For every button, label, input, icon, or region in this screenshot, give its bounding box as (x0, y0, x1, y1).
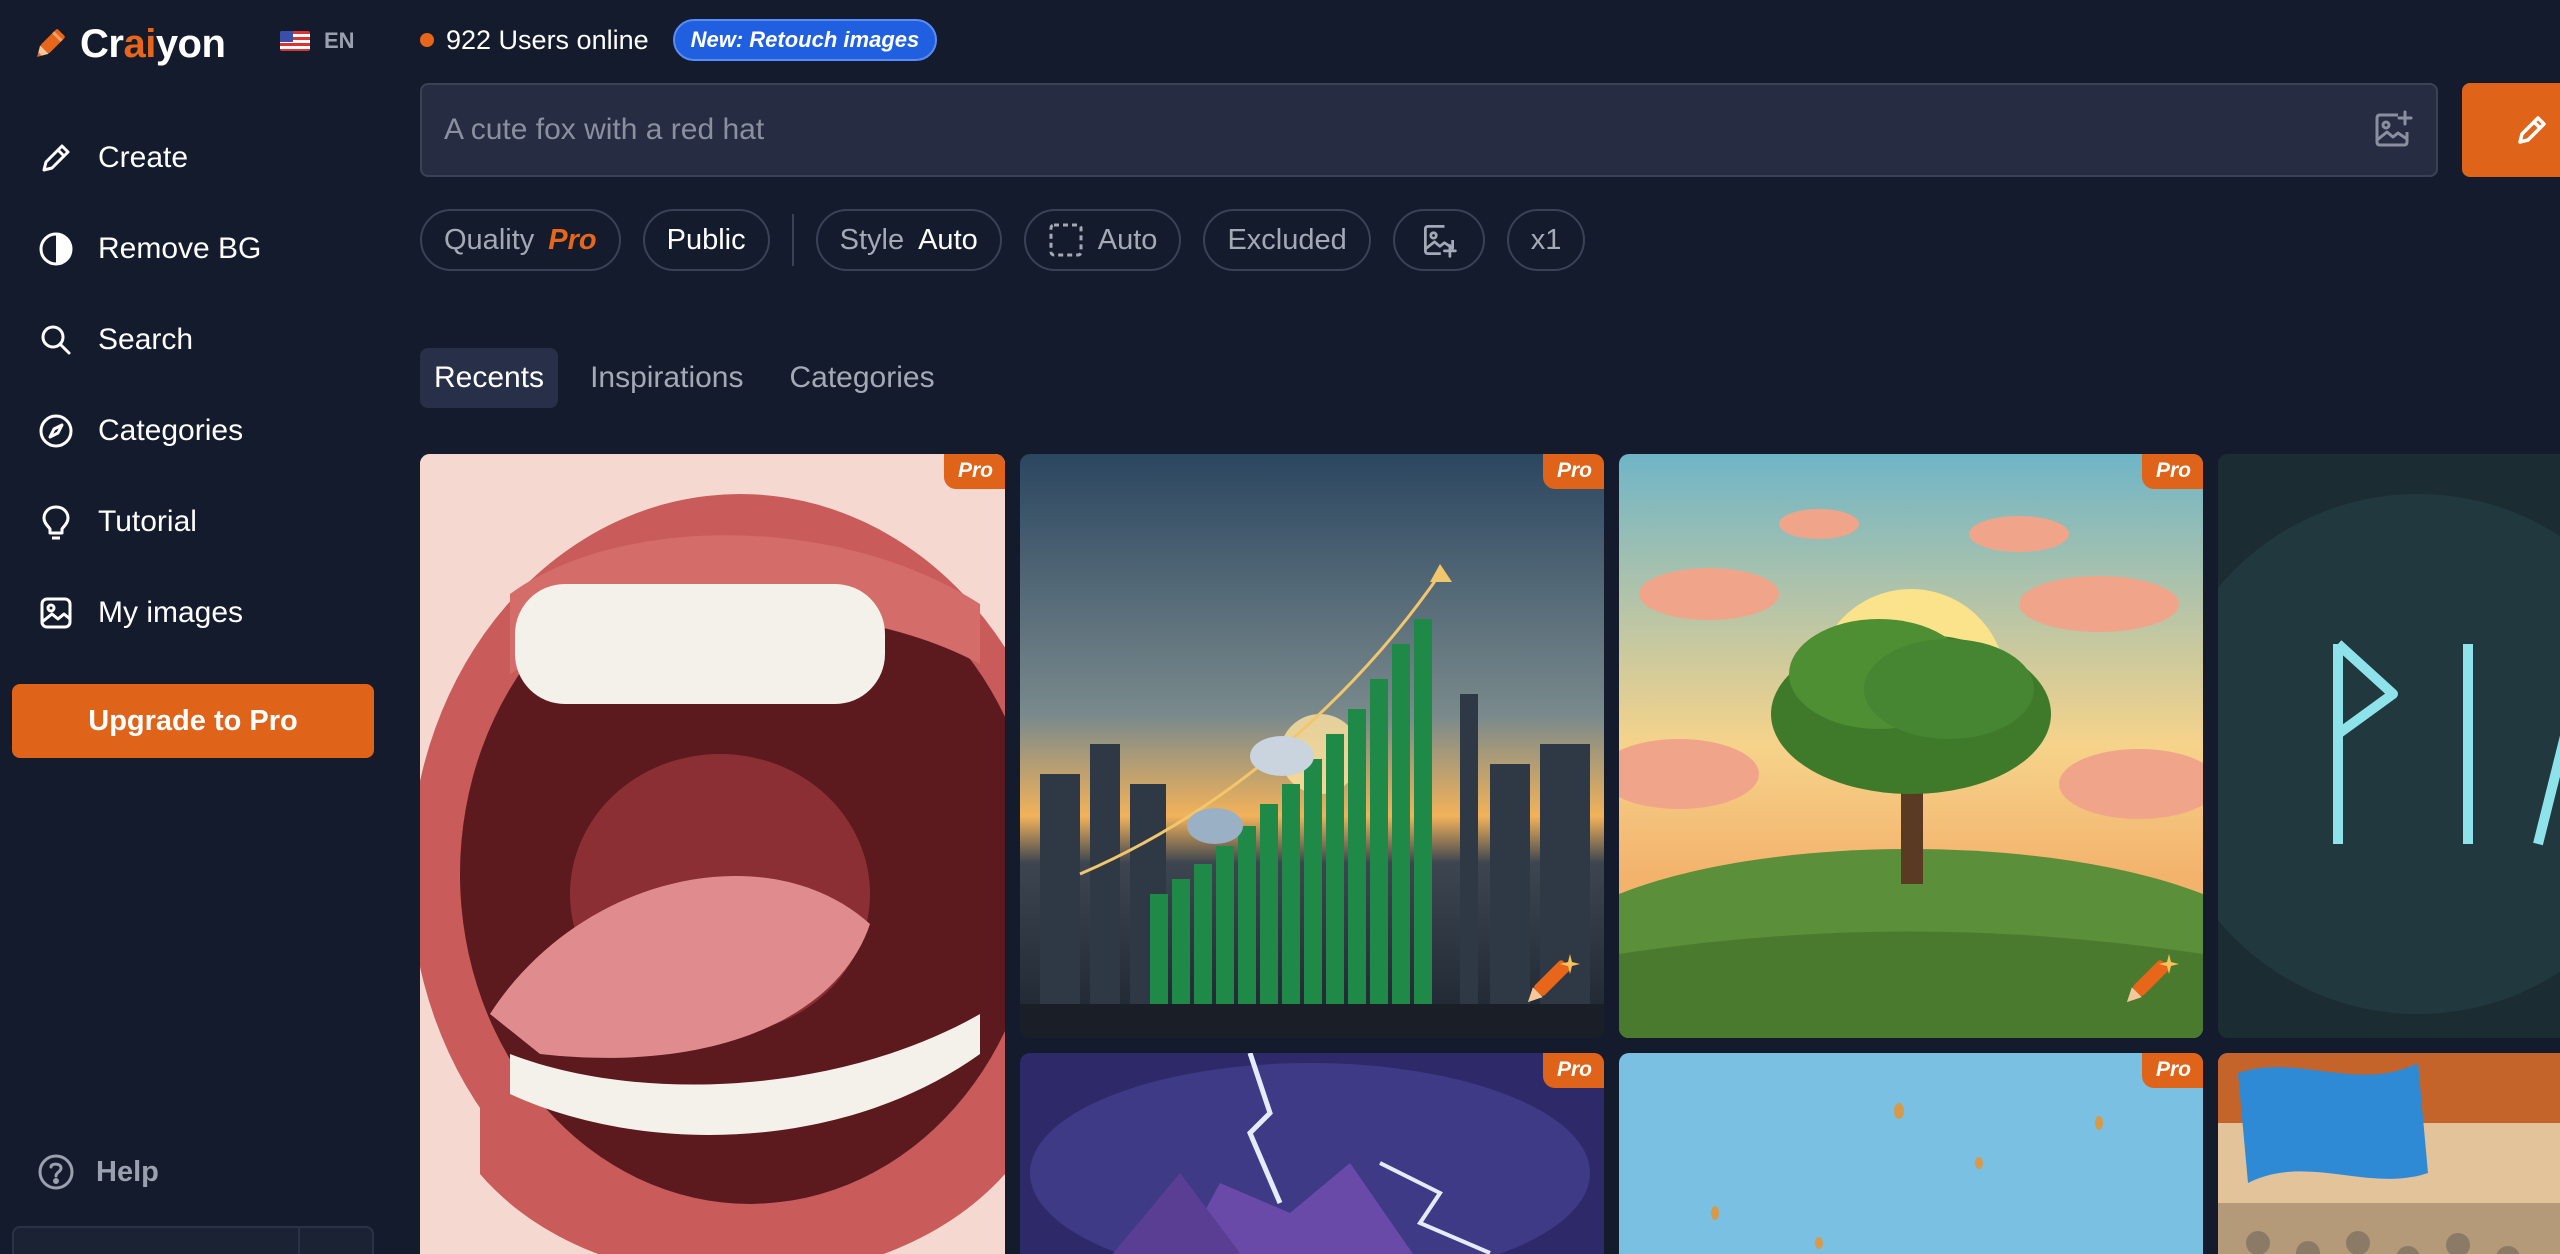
gallery-image-dragon[interactable]: Pro (1020, 1053, 1604, 1254)
main-nav: Create Remove BG Search Categories Tutor… (36, 112, 261, 658)
generation-options: Quality Pro Public Style Auto Auto Exclu… (420, 209, 1586, 271)
sidebar: Craiyon EN Create Remove BG Search Categ… (0, 0, 380, 1254)
pro-badge: Pro (2141, 1053, 2203, 1088)
new-feature-badge[interactable]: New: Retouch images (672, 19, 938, 61)
nav-create[interactable]: Create (36, 112, 261, 203)
options-divider (791, 214, 794, 266)
quality-selector[interactable]: Quality Pro (420, 209, 621, 271)
add-image-icon[interactable] (2370, 108, 2414, 152)
draw-button[interactable] (2462, 83, 2560, 177)
help-link[interactable]: Help (36, 1152, 159, 1192)
compass-icon (39, 414, 73, 447)
bottom-widget-divider (298, 1228, 300, 1254)
pro-badge: Pro (2141, 454, 2203, 489)
gallery-image-bull-chart[interactable]: Pro (1020, 454, 1604, 1038)
upgrade-to-pro-button[interactable]: Upgrade to Pro (12, 684, 374, 758)
crayon-sparkle-icon (1527, 954, 1580, 1003)
help-icon (38, 1154, 74, 1190)
runes-image (2218, 454, 2560, 1038)
nav-categories-label: Categories (98, 413, 244, 447)
help-label: Help (96, 1155, 159, 1188)
visibility-value: Public (666, 223, 746, 256)
gallery-image-runes[interactable] (2218, 454, 2560, 1038)
pencil-icon (42, 144, 70, 171)
tab-inspirations[interactable]: Inspirations (576, 348, 757, 408)
nav-categories[interactable]: Categories (36, 385, 261, 476)
style-value: Auto (918, 223, 978, 256)
pro-badge: Pro (1542, 454, 1604, 489)
aspect-ratio-icon (1049, 223, 1083, 257)
crayon-logo-icon (37, 29, 65, 57)
logo[interactable]: Craiyon (30, 18, 226, 70)
nav-my-images-label: My images (98, 595, 244, 629)
gallery-tabs: Recents Inspirations Categories (420, 348, 949, 408)
image-reference-button[interactable] (1392, 209, 1485, 271)
mouth-image (420, 454, 1005, 1254)
search-icon (41, 325, 71, 354)
nav-my-images[interactable]: My images (36, 567, 261, 658)
prompt-input[interactable] (444, 113, 2370, 147)
status-bar: 922 Users online New: Retouch images (420, 18, 938, 62)
excluded-label: Excluded (1227, 223, 1347, 256)
pro-badge: Pro (1542, 1053, 1604, 1088)
pencil-icon (2518, 116, 2546, 144)
gallery-image-tree[interactable]: Pro (1619, 454, 2203, 1038)
half-circle-icon (39, 232, 73, 265)
nav-search-label: Search (98, 322, 194, 356)
us-flag-icon (280, 31, 310, 51)
dragon-image (1020, 1053, 1604, 1254)
tab-recents[interactable]: Recents (420, 348, 559, 408)
prompt-bar (420, 83, 2438, 177)
visibility-toggle[interactable]: Public (642, 209, 770, 271)
excluded-selector[interactable]: Excluded (1203, 209, 1371, 271)
style-selector[interactable]: Style Auto (815, 209, 1002, 271)
image-count-value: x1 (1530, 223, 1562, 256)
gallery-image-mouth[interactable]: Pro (420, 454, 1005, 1254)
image-count-selector[interactable]: x1 (1506, 209, 1586, 271)
pro-badge: Pro (943, 454, 1005, 489)
aspect-ratio-value: Auto (1097, 223, 1158, 256)
nav-search[interactable]: Search (36, 294, 261, 385)
language-selector[interactable]: EN (280, 28, 355, 54)
users-online-text: 922 Users online (446, 24, 649, 55)
online-dot-icon (420, 33, 434, 47)
style-label: Style (839, 223, 905, 256)
stadium-flag-image (2218, 1053, 2560, 1254)
nav-create-label: Create (98, 140, 189, 174)
logo-text: Craiyon (80, 21, 226, 66)
bottom-widget[interactable] (12, 1226, 374, 1254)
gallery-image-stadium[interactable] (2218, 1053, 2560, 1254)
crayon-sparkle-icon (2126, 954, 2179, 1003)
nav-remove-bg[interactable]: Remove BG (36, 203, 261, 294)
aspect-ratio-selector[interactable]: Auto (1023, 209, 1182, 271)
gallery-image-sky[interactable]: Pro (1619, 1053, 2203, 1254)
nav-tutorial[interactable]: Tutorial (36, 476, 261, 567)
sky-leaves-image (1619, 1053, 2203, 1254)
nav-remove-bg-label: Remove BG (98, 231, 262, 265)
quality-value: Pro (548, 223, 597, 256)
language-code: EN (324, 28, 355, 53)
lightbulb-icon (42, 505, 70, 539)
tab-categories[interactable]: Categories (775, 348, 948, 408)
add-image-icon (1423, 225, 1457, 258)
quality-label: Quality (444, 223, 535, 256)
image-icon (40, 597, 72, 628)
nav-tutorial-label: Tutorial (98, 504, 197, 538)
